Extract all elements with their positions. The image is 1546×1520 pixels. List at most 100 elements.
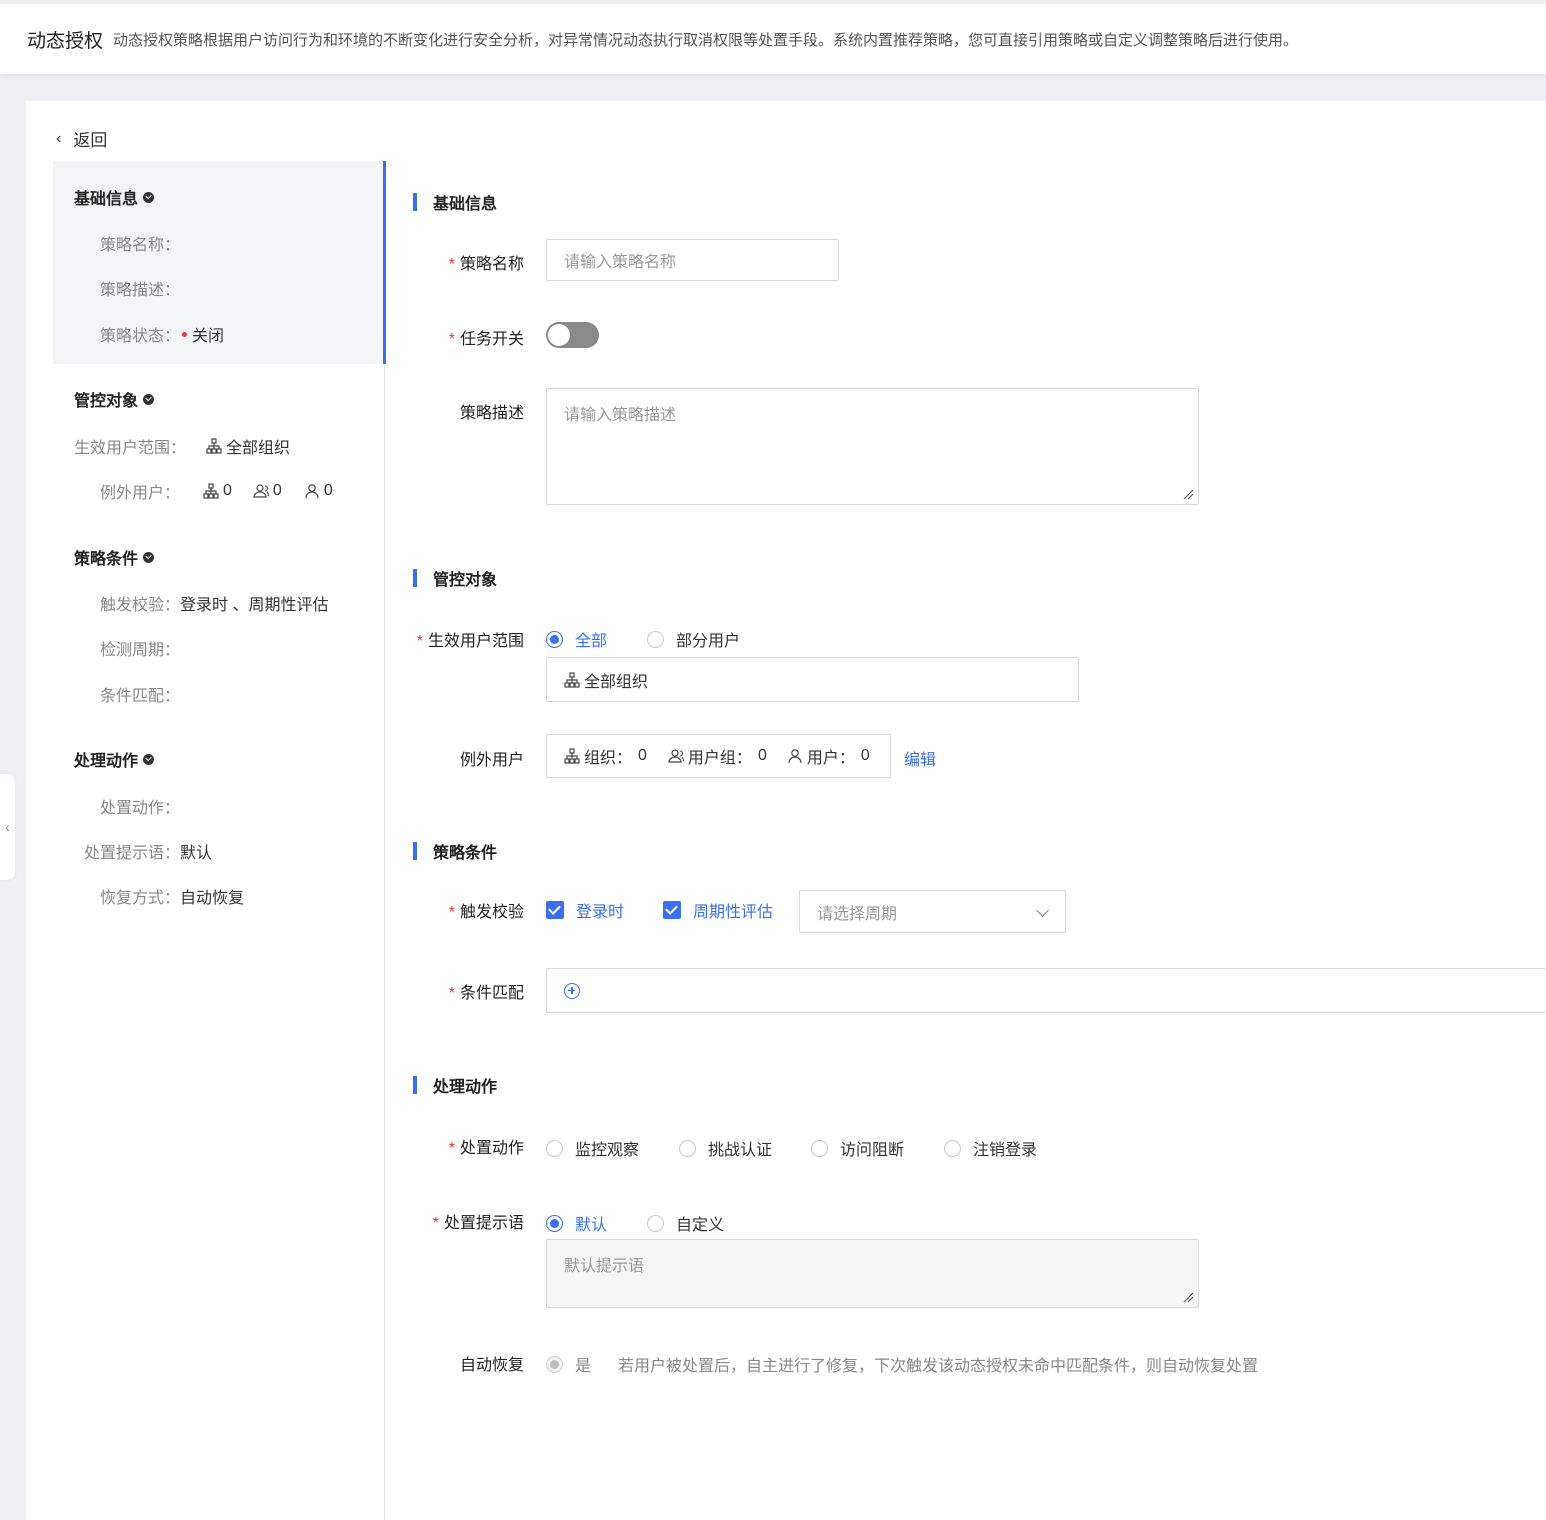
action-radio-logout[interactable]: 注销登录 — [944, 1136, 1037, 1160]
collapse-panel-toggle[interactable]: ‹ — [0, 774, 15, 880]
radio-label: 自定义 — [676, 1217, 725, 1234]
trigger-checkbox-periodic[interactable]: 周期性评估 — [663, 898, 773, 922]
scope-radio-all[interactable]: 全部 — [546, 627, 607, 651]
summary-policy-desc: 策略描述： — [100, 276, 180, 300]
field-label-action: * 处置动作 — [448, 1140, 524, 1157]
checkbox-checked-icon — [546, 901, 564, 919]
summary-label: 策略名称： — [100, 237, 181, 254]
radio-unchecked-icon — [647, 630, 664, 648]
required-mark: * — [448, 985, 455, 1002]
back-button[interactable]: ‹ 返回 — [56, 126, 107, 151]
radio-unchecked-icon — [811, 1139, 828, 1157]
user-count: 0 — [323, 482, 333, 499]
prompt-value: 默认 — [180, 845, 213, 862]
radio-label: 是 — [575, 1358, 592, 1375]
radio-unchecked-icon — [944, 1139, 961, 1157]
input-placeholder: 请输入策略名称 — [564, 254, 677, 271]
trigger-value: 登录时 、周期性评估 — [180, 597, 329, 614]
check-circle-icon — [143, 551, 155, 563]
radio-label: 挑战认证 — [708, 1142, 773, 1159]
org-tree-icon — [564, 748, 580, 764]
resize-handle-icon[interactable] — [1182, 488, 1194, 500]
trigger-checkbox-login[interactable]: 登录时 — [546, 898, 624, 922]
select-placeholder: 请选择周期 — [817, 905, 898, 923]
scope-selected-field[interactable]: 全部组织 — [546, 657, 1079, 702]
summary-section-basic[interactable]: 基础信息 — [74, 185, 155, 209]
summary-label: 例外用户： — [100, 485, 181, 502]
recover-radio-yes: 是 若用户被处置后，自主进行了修复，下次触发该动态授权未命中匹配条件，则自动恢复… — [546, 1352, 1258, 1376]
action-radio-challenge[interactable]: 挑战认证 — [679, 1136, 772, 1160]
recover-hint: 若用户被处置后，自主进行了修复，下次触发该动态授权未命中匹配条件，则自动恢复处置 — [618, 1358, 1259, 1375]
policy-editor-card: ‹ 返回 基础信息 策略名称： 策略描述： 策略状态： 关闭 管控对象 生效用户… — [26, 101, 1546, 1520]
summary-label: 策略状态： — [100, 328, 181, 345]
field-label-task-switch: * 任务开关 — [448, 331, 524, 348]
summary-recover: 恢复方式： 自动恢复 — [100, 884, 244, 908]
status-value: 关闭 — [192, 328, 225, 345]
summary-policy-status: 策略状态： 关闭 — [100, 322, 224, 346]
field-label-trigger: * 触发校验 — [448, 904, 524, 921]
summary-label: 触发校验： — [100, 597, 181, 614]
summary-label: 处置动作： — [100, 800, 181, 817]
prompt-radio-default[interactable]: 默认 — [546, 1211, 607, 1235]
summary-label: 生效用户范围： — [74, 440, 187, 457]
summary-label: 恢复方式： — [100, 890, 181, 907]
radio-disabled-checked-icon — [546, 1355, 563, 1373]
user-icon — [787, 748, 803, 764]
summary-section-action[interactable]: 处理动作 — [74, 747, 155, 771]
section-accent-bar — [413, 1076, 417, 1094]
radio-label: 访问阻断 — [840, 1142, 905, 1159]
policy-name-input[interactable]: 请输入策略名称 — [546, 239, 839, 281]
toggle-knob — [548, 324, 570, 346]
section-accent-bar — [413, 569, 417, 587]
except-users-field[interactable]: 组织： 0 用户组： 0 用户： 0 — [546, 734, 891, 778]
radio-label: 注销登录 — [973, 1142, 1038, 1159]
summary-policy-name: 策略名称： — [100, 231, 180, 255]
summary-label: 条件匹配： — [100, 688, 181, 705]
back-label: 返回 — [73, 131, 108, 150]
summary-match: 条件匹配： — [100, 682, 180, 706]
org-label: 组织： — [584, 750, 633, 767]
radio-checked-icon — [546, 630, 563, 648]
prompt-radio-custom[interactable]: 自定义 — [647, 1211, 724, 1235]
policy-desc-textarea[interactable]: 请输入策略描述 — [546, 388, 1199, 505]
textarea-placeholder: 默认提示语 — [564, 1258, 645, 1275]
org-tree-icon — [203, 483, 219, 499]
section-title: 管控对象 — [433, 572, 498, 589]
org-tree-icon — [564, 671, 580, 688]
section-title: 基础信息 — [433, 196, 498, 213]
add-condition-icon[interactable] — [564, 982, 580, 999]
radio-unchecked-icon — [679, 1139, 696, 1157]
summary-section-title: 基础信息 — [74, 191, 139, 208]
summary-section-title: 策略条件 — [74, 551, 139, 568]
recover-value: 自动恢复 — [180, 890, 245, 907]
period-select[interactable]: 请选择周期 — [799, 890, 1066, 933]
section-title: 策略条件 — [433, 845, 498, 862]
group-count: 0 — [757, 747, 767, 764]
scope-radio-partial[interactable]: 部分用户 — [647, 627, 740, 651]
checkbox-label: 周期性评估 — [693, 904, 774, 921]
summary-section-condition[interactable]: 策略条件 — [74, 545, 155, 569]
task-switch-toggle[interactable] — [546, 322, 599, 348]
radio-label: 全部 — [575, 633, 608, 650]
section-header-condition: 策略条件 — [413, 839, 497, 863]
check-circle-icon — [143, 393, 155, 405]
section-header-action: 处理动作 — [413, 1073, 497, 1097]
summary-label: 检测周期： — [100, 642, 181, 659]
summary-section-target[interactable]: 管控对象 — [74, 387, 155, 411]
section-title: 处理动作 — [433, 1079, 498, 1096]
textarea-placeholder: 请输入策略描述 — [564, 407, 677, 424]
summary-panel: 基础信息 策略名称： 策略描述： 策略状态： 关闭 管控对象 生效用户范围： 全… — [53, 161, 386, 1520]
section-header-basic: 基础信息 — [413, 190, 497, 214]
field-label-auto-recover: 自动恢复 — [459, 1357, 524, 1374]
page-header: 动态授权 动态授权策略根据用户访问行为和环境的不断变化进行安全分析，对异常情况动… — [0, 4, 1546, 74]
summary-section-title: 管控对象 — [74, 393, 139, 410]
edit-except-users-link[interactable]: 编辑 — [904, 746, 936, 770]
section-accent-bar — [413, 842, 417, 860]
radio-label: 部分用户 — [676, 633, 741, 650]
radio-label: 监控观察 — [575, 1142, 640, 1159]
summary-except-users: 例外用户： 0 0 0 — [100, 479, 333, 503]
action-radio-block[interactable]: 访问阻断 — [811, 1136, 904, 1160]
action-radio-monitor[interactable]: 监控观察 — [546, 1136, 639, 1160]
summary-period: 检测周期： — [100, 636, 180, 660]
org-tree-icon — [206, 438, 222, 454]
